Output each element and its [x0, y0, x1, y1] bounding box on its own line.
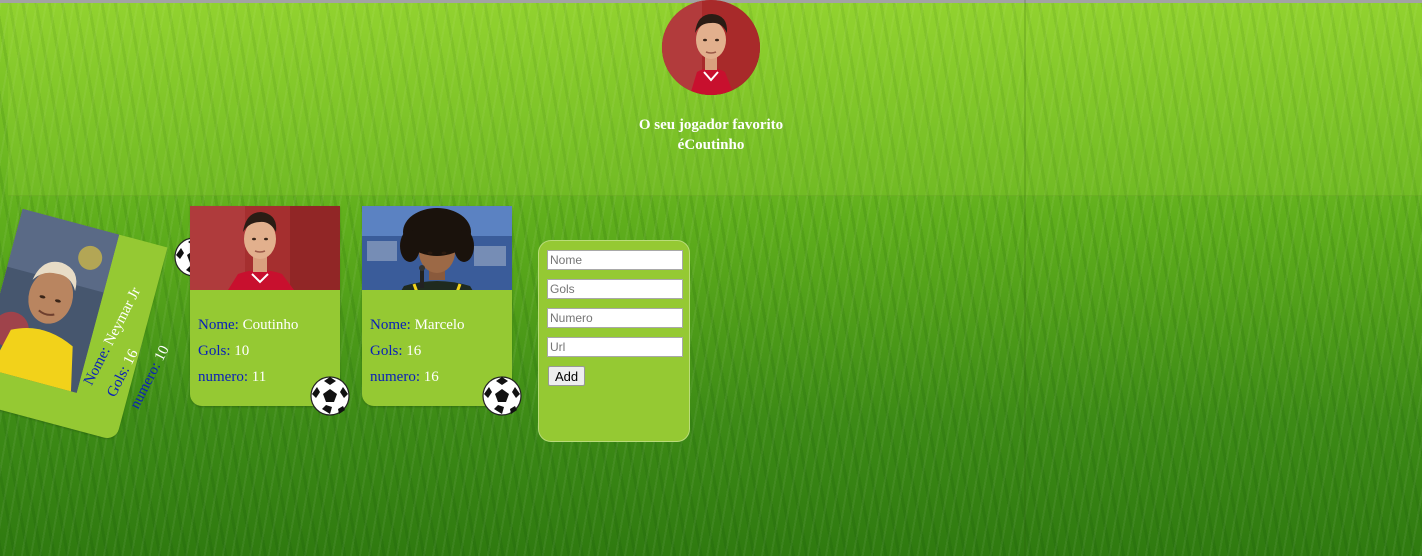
gols-input[interactable] — [547, 279, 683, 299]
player-info: Nome: Marcelo Gols: 16 numero: 16 — [370, 312, 465, 390]
numero-input[interactable] — [547, 308, 683, 328]
player-name: Marcelo — [414, 317, 465, 333]
player-numero: 11 — [251, 369, 267, 385]
player-numero-row: numero: 11 — [198, 369, 267, 385]
player-gols: 10 — [234, 343, 250, 359]
player-gols-row: Gols: 10 — [198, 343, 250, 359]
player-gols-row: Gols: 16 — [370, 343, 422, 359]
player-numero: 16 — [423, 369, 439, 385]
add-player-form: Add — [538, 240, 690, 442]
nome-input[interactable] — [547, 250, 683, 270]
favorite-player-text: O seu jogador favorito éCoutinho — [600, 115, 822, 155]
favorite-player-avatar — [662, 0, 760, 95]
add-button[interactable]: Add — [548, 366, 586, 386]
url-input[interactable] — [547, 337, 683, 357]
player-name: Coutinho — [242, 317, 299, 333]
player-name-row: Nome: Marcelo — [370, 317, 465, 333]
player-name-row: Nome: Coutinho — [198, 317, 299, 333]
player-photo — [362, 206, 512, 290]
favorite-line-2: éCoutinho — [677, 137, 745, 153]
player-gols: 16 — [406, 343, 422, 359]
soccer-ball-icon — [482, 376, 522, 416]
player-card-neymar[interactable]: Nome: Neymar Jr Gols: 16 numero: 10 — [0, 208, 173, 441]
player-info: Nome: Coutinho Gols: 10 numero: 11 — [198, 312, 298, 390]
soccer-ball-icon — [310, 376, 350, 416]
player-numero-row: numero: 16 — [370, 369, 439, 385]
player-photo — [190, 206, 340, 290]
favorite-line-1: O seu jogador favorito — [638, 117, 784, 133]
background-tile-seam — [1024, 0, 1026, 556]
